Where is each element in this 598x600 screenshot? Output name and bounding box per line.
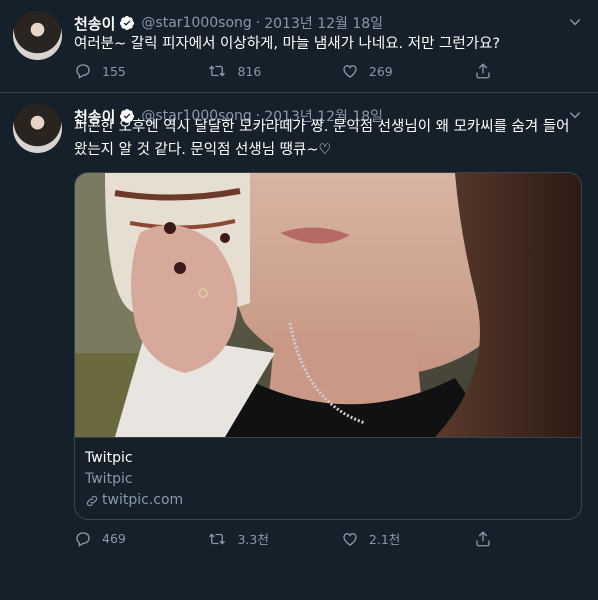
retweet-button[interactable]: 3.3천 [207,529,340,548]
reply-button[interactable]: 469 [74,529,207,548]
reply-count: 155 [102,63,126,79]
retweet-count: 816 [237,63,262,79]
link-icon [86,495,98,506]
retweet-icon [209,533,226,544]
retweet-icon [209,65,226,77]
tweet-actions: 155 816 269 [74,62,504,80]
share-icon [476,63,491,79]
tweet-text: 피곤한 오후엔 역시 달달한 모카라떼가 짱. 문익점 선생님이 왜 모카씨를 … [74,119,570,158]
card-title: Twitpic [85,450,133,466]
like-count: 2.1천 [368,532,401,547]
retweet-count: 3.3천 [237,532,269,547]
tweet[interactable]: 천송이 @star1000song · 2013년 12월 18일 피곤한 오후… [0,93,598,600]
tweet-actions: 469 3.3천 2.1천 [74,529,504,548]
separator: · [255,15,261,31]
tweet-date[interactable]: 2013년 12월 18일 [264,13,383,33]
card-image[interactable] [75,173,581,438]
reply-count: 469 [102,531,126,546]
retweet-button[interactable]: 816 [207,62,340,80]
share-icon [476,530,491,546]
like-button[interactable]: 269 [341,62,474,80]
chevron-down-icon[interactable] [568,14,582,33]
heart-icon [343,532,357,546]
link-card[interactable]: Twitpic Twitpic twitpic.com [74,172,582,520]
verified-badge-icon [119,15,135,31]
author-name[interactable]: 천송이 [74,13,115,34]
reply-icon [76,531,90,547]
share-button[interactable] [474,62,504,80]
avatar[interactable] [13,11,62,60]
card-info: Twitpic Twitpic twitpic.com [85,448,183,511]
reply-icon [76,64,90,79]
card-subtitle: Twitpic [85,471,133,487]
avatar[interactable] [13,104,62,153]
like-button[interactable]: 2.1천 [341,529,474,548]
share-button[interactable] [474,529,504,548]
card-domain-text: twitpic.com [102,492,184,508]
author-handle[interactable]: @star1000song [141,15,251,31]
tweet-header: 천송이 @star1000song · 2013년 12월 18일 [74,12,383,34]
tweet-text: 여러분~ 갈릭 피자에서 이상하게, 마늘 냄새가 나네요. 저만 그런가요? [74,36,501,52]
like-count: 269 [368,63,393,79]
card-photo [75,173,581,437]
tweet[interactable]: 천송이 @star1000song · 2013년 12월 18일 여러분~ 갈… [0,0,598,93]
heart-icon [343,65,357,78]
card-domain: twitpic.com [85,490,183,511]
reply-button[interactable]: 155 [74,62,207,80]
